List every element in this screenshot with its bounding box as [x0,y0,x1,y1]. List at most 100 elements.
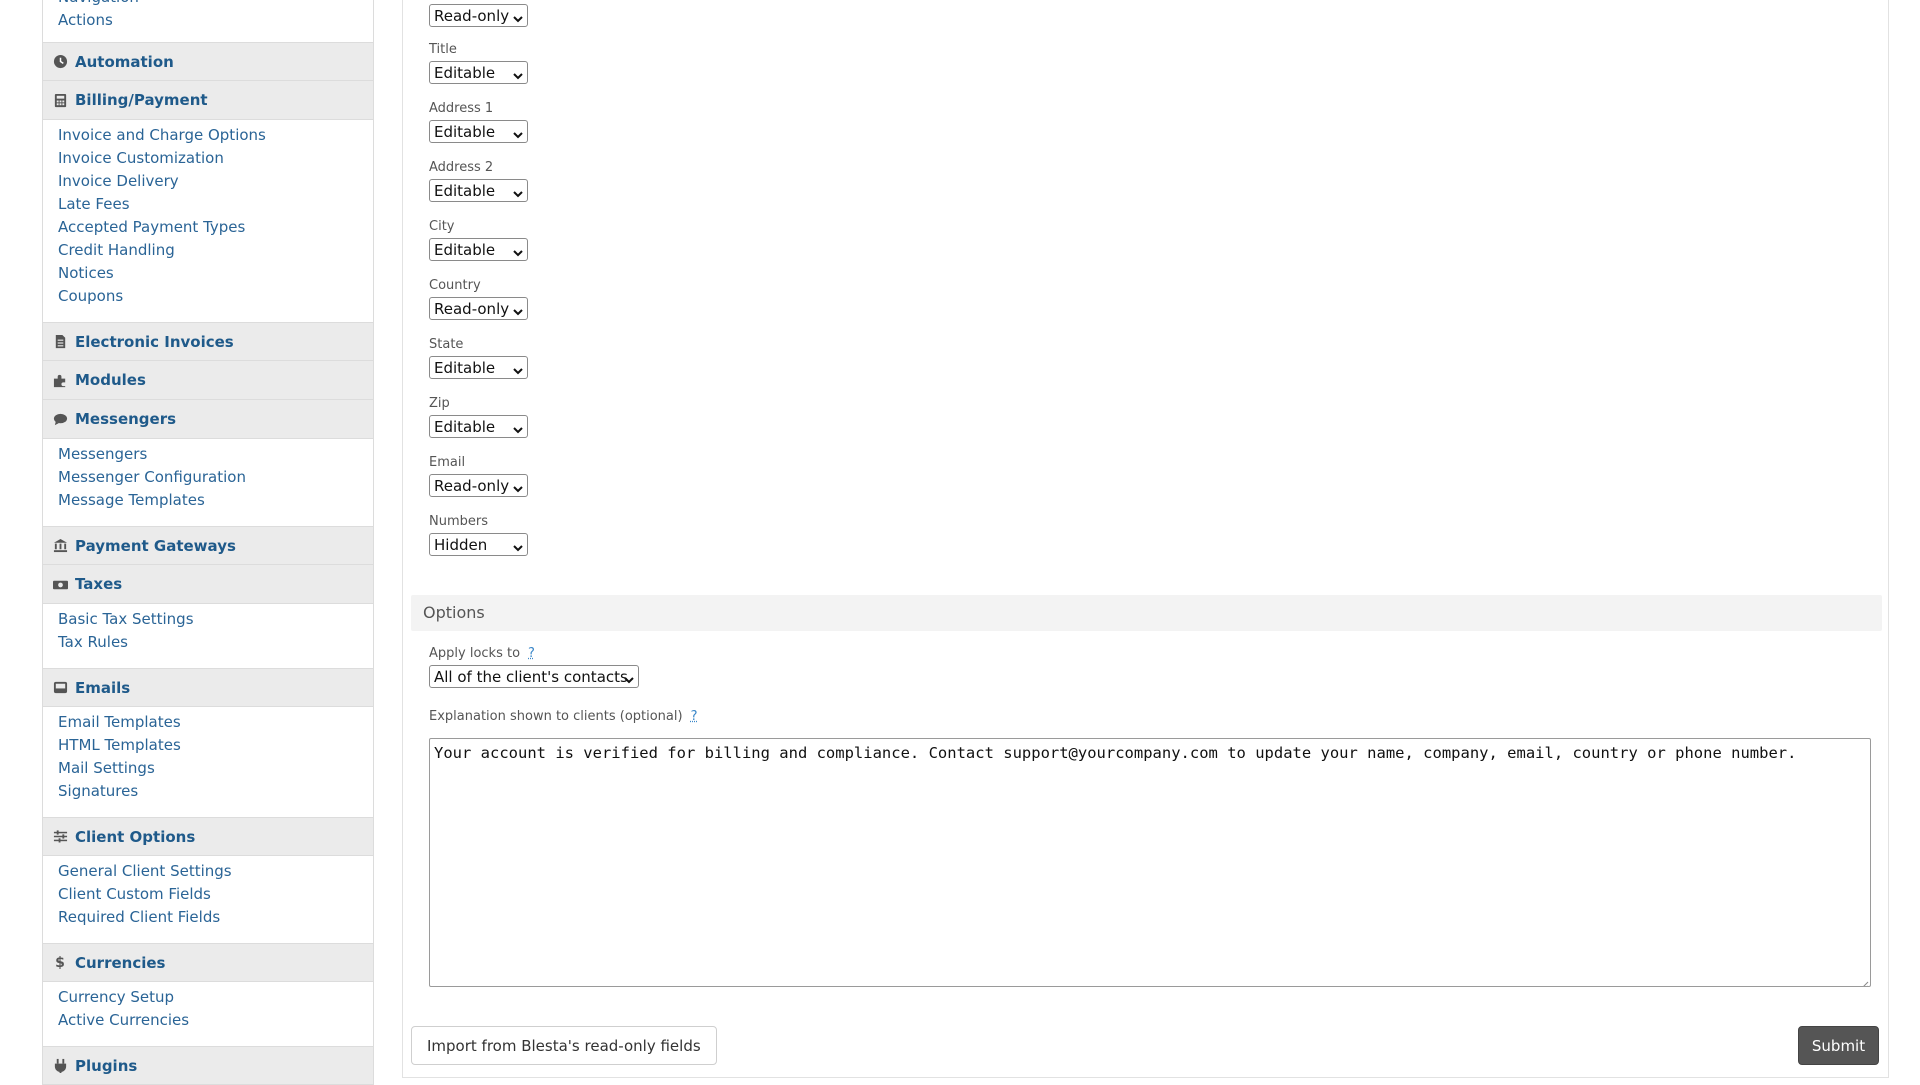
sidebar-link[interactable]: Invoice and Charge Options [58,124,358,147]
section-title: Emails [75,678,131,697]
chevron-down-icon [513,421,523,433]
help-icon[interactable]: ? [691,709,698,724]
chevron-down-icon [513,126,523,138]
select-title[interactable]: Editable [429,61,528,84]
field-title: Title Editable [429,41,528,84]
dollar-icon: $ [55,954,65,971]
field-state: State Editable [429,336,528,379]
select-address2[interactable]: Editable [429,179,528,202]
select-value: All of the client's contacts [434,667,628,686]
main-panel: Read-only Title Editable Address 1 Edita… [402,0,1889,1078]
sidebar-link[interactable]: Client Custom Fields [58,883,358,906]
field-country: Country Read-only [429,277,528,320]
section-billing-payment[interactable]: Billing/Payment [43,81,373,120]
select-zip[interactable]: Editable [429,415,528,438]
select-value: Editable [434,181,496,200]
section-client-options[interactable]: Client Options [43,817,373,856]
sidebar-link[interactable]: Required Client Fields [58,906,358,929]
bank-icon [52,538,68,554]
sidebar-link[interactable]: Tax Rules [58,631,358,654]
field-email: Email Read-only [429,454,528,497]
select-value: Editable [434,63,496,82]
import-button[interactable]: Import from Blesta's read-only fields [411,1026,717,1065]
sidebar-link[interactable]: Message Templates [58,489,358,512]
section-messengers[interactable]: Messengers [43,400,373,439]
chevron-down-icon [513,67,523,79]
field-zip: Zip Editable [429,395,528,438]
section-taxes[interactable]: Taxes [43,565,373,604]
inbox-icon [52,680,68,696]
sidebar-link[interactable]: Messengers [58,443,358,466]
sidebar-link[interactable]: Messenger Configuration [58,466,358,489]
section-currencies[interactable]: $ Currencies [43,943,373,982]
chevron-down-icon [513,10,523,22]
top-links: Navigation Actions [43,0,373,42]
sidebar-link[interactable]: Invoice Delivery [58,170,358,193]
sidebar-link[interactable]: Mail Settings [58,757,358,780]
sidebar-link[interactable]: Active Currencies [58,1009,358,1032]
submit-button[interactable]: Submit [1798,1026,1879,1065]
select-value: Read-only [434,299,510,318]
select-value: Hidden [434,535,488,554]
sidebar-link[interactable]: Basic Tax Settings [58,608,358,631]
section-title: Modules [75,371,146,389]
section-electronic-invoices[interactable]: Electronic Invoices [43,322,373,361]
sidebar-link[interactable]: Credit Handling [58,239,358,262]
field-label: Email [429,455,466,470]
section-emails[interactable]: Emails [43,668,373,707]
select-state[interactable]: Editable [429,356,528,379]
field-label: Country [429,278,481,293]
section-plugins[interactable]: Plugins [43,1046,373,1085]
sidebar-link[interactable]: HTML Templates [58,734,358,757]
section-title: Payment Gateways [75,536,236,555]
sidebar-link[interactable]: Coupons [58,285,358,308]
section-title: Billing/Payment [75,91,208,109]
sidebar-link[interactable]: Email Templates [58,711,358,734]
textarea-value: Your account is verified for billing and… [434,744,1797,762]
sidebar-link[interactable]: Accepted Payment Types [58,216,358,239]
label-text: Explanation shown to clients (optional) [429,709,683,724]
settings-sidebar: Navigation Actions Automation Billing/Pa… [42,0,374,1085]
explanation-textarea[interactable]: Your account is verified for billing and… [429,738,1871,987]
sidebar-link[interactable]: Late Fees [58,193,358,216]
calculator-icon [52,92,68,108]
field-city: City Editable [429,218,528,261]
resize-handle-icon[interactable] [1859,975,1869,986]
select-apply-locks[interactable]: All of the client's contacts [429,665,639,688]
field-apply-locks: Apply locks to? All of the client's cont… [429,645,639,688]
sidebar-link[interactable]: General Client Settings [58,860,358,883]
label-text: Apply locks to [429,646,521,661]
field-row-top: Read-only [429,4,528,27]
section-payment-gateways[interactable]: Payment Gateways [43,526,373,565]
sidebar-link-actions[interactable]: Actions [58,9,358,32]
section-automation[interactable]: Automation [43,42,373,81]
sidebar-link[interactable]: Signatures [58,780,358,803]
select-email[interactable]: Read-only [429,474,528,497]
help-icon[interactable]: ? [528,646,535,661]
section-title: Automation [75,52,174,71]
select-city[interactable]: Editable [429,238,528,261]
chevron-down-icon [624,671,634,683]
section-title: Currencies [75,953,166,972]
section-title: Plugins [75,1056,138,1075]
messengers-links: Messengers Messenger Configuration Messa… [43,439,373,526]
chevron-down-icon [513,362,523,374]
select-address1[interactable]: Editable [429,120,528,143]
select-value: Editable [434,417,496,436]
select-top[interactable]: Read-only [429,4,528,27]
field-label: Address 1 [429,101,494,116]
sidebar-link[interactable]: Notices [58,262,358,285]
client-options-links: General Client Settings Client Custom Fi… [43,856,373,943]
sidebar-link[interactable]: Invoice Customization [58,147,358,170]
sidebar-link[interactable]: Currency Setup [58,986,358,1009]
emails-links: Email Templates HTML Templates Mail Sett… [43,707,373,817]
field-label: Numbers [429,514,488,529]
section-modules[interactable]: Modules [43,361,373,400]
select-country[interactable]: Read-only [429,297,528,320]
select-numbers[interactable]: Hidden [429,533,528,556]
section-title: Electronic Invoices [75,332,234,351]
document-icon [52,334,68,350]
field-label: City [429,219,455,234]
sidebar-link-navigation[interactable]: Navigation [58,0,358,9]
select-value: Editable [434,358,496,377]
